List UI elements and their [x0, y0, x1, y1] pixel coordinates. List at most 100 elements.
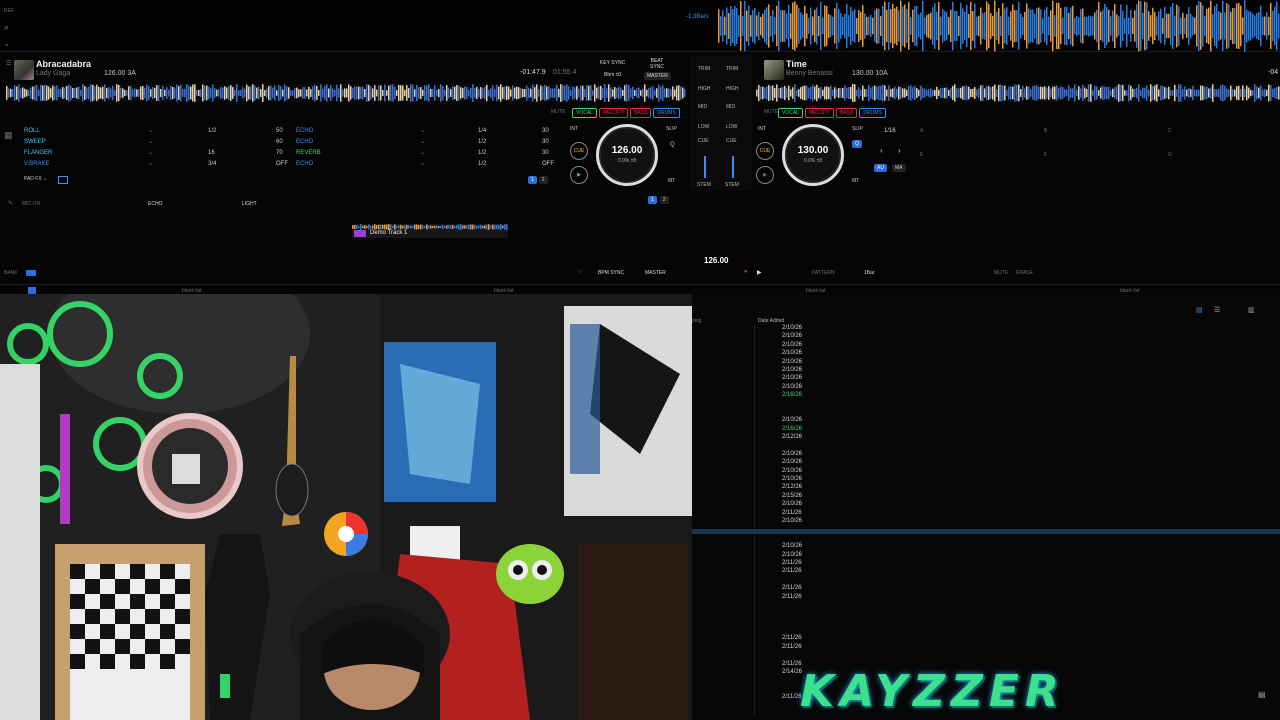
page-2-button[interactable]: 2 [659, 196, 669, 204]
deck-a-jog-wheel[interactable]: 126.00 0.0% ±8 [596, 124, 658, 186]
date-added-cell[interactable]: 2/10/26 [782, 517, 802, 525]
stem-drums-button[interactable]: DRUMS [653, 108, 680, 118]
date-added-cell[interactable]: 2/16/26 [782, 391, 802, 399]
pad-fx-left-amount[interactable]: 70 [276, 148, 283, 159]
deck-b-waveform[interactable] [756, 84, 1280, 102]
date-added-cell[interactable] [782, 525, 802, 533]
pad-fx-right-amount[interactable]: OFF [542, 159, 554, 170]
chevron-down-icon[interactable]: ⌄ [420, 159, 425, 170]
deck-b-quantize-button[interactable]: Q [852, 140, 862, 148]
pad-fx-left-name[interactable]: ROLL [24, 126, 40, 137]
date-added-cell[interactable]: 2/12/26 [782, 483, 802, 491]
date-added-cell[interactable]: 2/10/26 [782, 467, 802, 475]
pad-fx-right-name[interactable]: REVERB [296, 148, 321, 159]
page-1-button[interactable]: 1 [648, 196, 657, 204]
date-added-cell[interactable]: 2/10/26 [782, 551, 802, 559]
deck-b-au-button[interactable]: AU [874, 164, 887, 172]
browser-settings-icon[interactable]: ▤ [1258, 690, 1266, 699]
pad-label-e[interactable]: E [920, 152, 923, 158]
pad-page-1[interactable]: 1 [528, 176, 537, 184]
date-added-cell[interactable]: 2/10/26 [782, 358, 802, 366]
column-ping[interactable]: ping [692, 318, 701, 324]
deck-a-mt-button[interactable]: MT [668, 178, 675, 184]
pad-fx-right-name[interactable]: ECHO [296, 126, 313, 137]
date-added-cell[interactable] [782, 626, 802, 634]
key-sync-button[interactable]: KEY SYNC [600, 60, 625, 66]
date-added-cell[interactable]: 2/16/26 [782, 425, 802, 433]
pad-fx-right-value[interactable]: 1/2 [478, 137, 486, 148]
deck-b-play-button[interactable]: ▶ [756, 166, 774, 184]
stem-bass-button[interactable]: BASS [630, 108, 652, 118]
pad-fx-right-name[interactable]: ECHO [296, 159, 313, 170]
deck-b-mt-button[interactable]: MT [852, 178, 859, 184]
beat-jump-back-icon[interactable]: ‹ [880, 146, 883, 155]
pad-fx-right-value[interactable]: 1/2 [478, 148, 486, 159]
play-icon[interactable]: ▶ [757, 269, 762, 276]
date-added-cell[interactable]: 2/10/26 [782, 374, 802, 382]
pad-fx-right-value[interactable]: 1/2 [478, 159, 486, 170]
pad-fx-left-value[interactable]: 3/4 [208, 159, 216, 170]
chevron-down-icon[interactable]: ⌄ [420, 148, 425, 159]
pad-fx-right-amount[interactable]: 30 [542, 126, 549, 137]
pad-label-c[interactable]: C [1168, 128, 1172, 134]
deck-b-slip-button[interactable]: SLIP [852, 126, 863, 132]
stem-b-label[interactable]: STEM [725, 182, 739, 188]
date-added-cell[interactable]: 2/11/26 [782, 509, 802, 517]
date-added-cell[interactable]: 2/10/26 [782, 500, 802, 508]
date-added-cell[interactable]: 2/10/26 [782, 416, 802, 424]
pad-fx-left-name[interactable]: SWEEP [24, 137, 46, 148]
pad-fx-left-amount[interactable]: 60 [276, 137, 283, 148]
beat-sync-button[interactable]: BEAT SYNC [646, 58, 668, 70]
erase-label[interactable]: ERASE [1016, 270, 1033, 276]
date-added-cell[interactable]: 2/10/26 [782, 349, 802, 357]
beat-jump-size[interactable]: 1/16 [884, 128, 896, 134]
selected-row-highlight[interactable] [692, 529, 1280, 534]
date-added-cell[interactable] [782, 441, 802, 449]
pad-label-a[interactable]: A [920, 128, 923, 134]
grid-icon[interactable]: ▦ [4, 130, 13, 141]
chevron-down-icon[interactable]: ⌄ [420, 126, 425, 137]
mic-icon[interactable]: ✎ [8, 200, 13, 207]
bank-label[interactable]: BANK [4, 270, 18, 276]
stem-drums-button[interactable]: DRUMS [859, 108, 886, 118]
beat-jump-forward-icon[interactable]: › [898, 146, 901, 155]
date-added-cell[interactable]: 2/11/26 [782, 567, 802, 575]
stem-bass-button[interactable]: BASS [836, 108, 858, 118]
column-date-added[interactable]: Date Added [758, 318, 784, 324]
detail-view-icon[interactable]: ☰ [1214, 306, 1220, 314]
date-added-cell[interactable] [782, 618, 802, 626]
date-added-cell[interactable]: 2/11/26 [782, 643, 802, 651]
pad-fx-right-amount[interactable]: 30 [542, 148, 549, 159]
deck-a-waveform[interactable] [6, 84, 686, 102]
deck-a-slip-button[interactable]: SLIP [666, 126, 677, 132]
mic-on-button[interactable]: MIC ON [22, 201, 40, 207]
record-icon[interactable]: ● [744, 269, 748, 275]
stem-melody-button[interactable]: MELODY [804, 108, 835, 118]
pad-fx-left-name[interactable]: FLANGER [24, 148, 52, 159]
overview-waveform[interactable]: REF ⌕ ⌄ -1.3Bars [0, 0, 1280, 52]
stem-vocal-button[interactable]: VOCAL [572, 108, 597, 118]
date-added-cell[interactable]: 2/11/26 [782, 634, 802, 642]
pad-fx-right-name[interactable]: ECHO [296, 137, 313, 148]
light-select[interactable]: LIGHT [242, 201, 257, 207]
deck-b-jog-wheel[interactable]: 130.00 0.0% ±8 [782, 124, 844, 186]
bank-indicator[interactable] [26, 270, 36, 276]
deck-a-master-button[interactable]: MASTER [644, 72, 671, 80]
deck-a-menu-icon[interactable]: ☰ [6, 60, 11, 67]
mute-label[interactable]: MUTE [994, 270, 1008, 276]
deck-b-int-button[interactable]: INT [758, 126, 766, 132]
cue-b-label[interactable]: CUE [726, 138, 737, 144]
bpm-sync-button[interactable]: BPM SYNC [598, 270, 624, 276]
pad-label-b[interactable]: B [1044, 128, 1047, 134]
deck-a-mute[interactable]: MUTE [551, 109, 565, 115]
pattern-label[interactable]: PATTERN [812, 270, 835, 276]
deck-a-cue-button[interactable]: CUE [570, 142, 588, 160]
sampler-record-icon[interactable]: ○ [578, 269, 582, 275]
chevron-down-icon[interactable]: ⌄ [148, 137, 153, 148]
pad-label-f[interactable]: F [1044, 152, 1047, 158]
date-added-cell[interactable]: 2/11/26 [782, 559, 802, 567]
cue-a-label[interactable]: CUE [698, 138, 709, 144]
bar-select[interactable]: 1Bar [864, 270, 875, 276]
list-view-icon[interactable]: ▤ [1196, 306, 1203, 314]
deck-a-quantize-button[interactable]: Q [670, 142, 675, 148]
